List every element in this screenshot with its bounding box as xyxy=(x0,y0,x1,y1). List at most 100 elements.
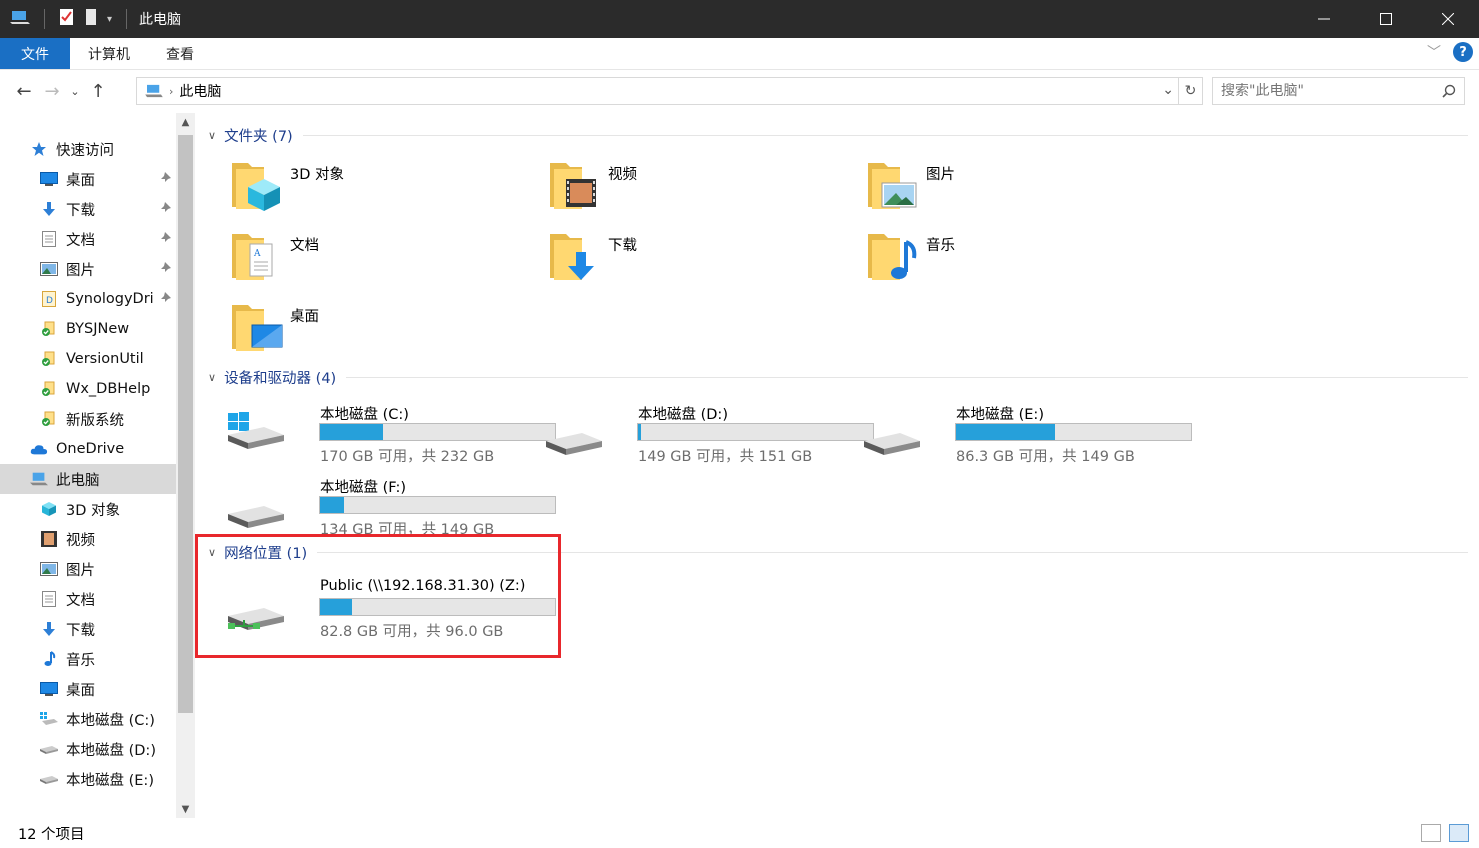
close-button[interactable] xyxy=(1417,0,1479,38)
pin-icon xyxy=(161,232,172,246)
folder-tile[interactable]: A 文档 xyxy=(230,226,319,286)
usage-bar-fill xyxy=(638,424,642,440)
sidebar-item[interactable]: 视频 xyxy=(0,524,176,554)
title-bar: ▾ 此电脑 xyxy=(0,0,1479,38)
sidebar-item[interactable]: VersionUtil xyxy=(0,344,176,374)
tiles-view-button[interactable] xyxy=(1449,824,1469,842)
chevron-down-icon: ∨ xyxy=(208,370,217,384)
sidebar-item[interactable]: 桌面 xyxy=(0,164,176,194)
search-icon[interactable] xyxy=(1442,84,1456,98)
help-icon[interactable]: ? xyxy=(1453,42,1473,62)
download-icon xyxy=(40,620,58,638)
quick-access-toolbar: ▾ xyxy=(0,8,131,30)
ribbon-tabs: 文件 计算机 查看 ﹀ ? xyxy=(0,38,1479,70)
sidebar-item[interactable]: BYSJNew xyxy=(0,314,176,344)
sidebar-item-label: 音乐 xyxy=(66,652,95,669)
search-box[interactable] xyxy=(1212,77,1465,105)
details-view-button[interactable] xyxy=(1421,824,1441,842)
usage-bar xyxy=(319,423,556,441)
tab-view[interactable]: 查看 xyxy=(148,38,212,69)
chevron-down-icon[interactable]: ▾ xyxy=(107,14,112,25)
scroll-up-icon[interactable]: ▲ xyxy=(176,113,195,131)
group-header-folders[interactable]: ∨ 文件夹 (7) xyxy=(208,125,1468,145)
back-button[interactable]: ← xyxy=(10,81,38,102)
drive-name: 本地磁盘 (E:) xyxy=(956,407,1044,423)
address-row: ← → ⌄ ↑ › 此电脑 ⌄ ↻ xyxy=(0,71,1479,111)
sidebar-item-label: 本地磁盘 (E:) xyxy=(66,772,154,789)
sidebar-item[interactable]: 3D 对象 xyxy=(0,494,176,524)
search-input[interactable] xyxy=(1221,83,1431,99)
properties-icon[interactable] xyxy=(59,8,75,30)
address-bar[interactable]: › 此电脑 ⌄ ↻ xyxy=(136,77,1203,105)
sidebar-item[interactable]: 本地磁盘 (E:) xyxy=(0,764,176,794)
sidebar-item[interactable]: 下载 xyxy=(0,194,176,224)
sidebar-item[interactable]: 图片 xyxy=(0,554,176,584)
sidebar-item[interactable]: OneDrive xyxy=(0,434,176,464)
drive-icon xyxy=(40,740,58,758)
group-header-drives[interactable]: ∨ 设备和驱动器 (4) xyxy=(208,367,1468,387)
synced-folder-icon xyxy=(40,410,58,428)
drive-free-space: 149 GB 可用，共 151 GB xyxy=(638,449,813,465)
folder-icon xyxy=(866,155,922,215)
drive-tile[interactable]: 本地磁盘 (E:) 86.3 GB 可用，共 149 GB xyxy=(862,399,1192,465)
status-bar: 12 个项目 xyxy=(0,818,1479,848)
drive-icon xyxy=(40,770,58,788)
music-icon xyxy=(40,650,58,668)
drive-icon xyxy=(226,484,286,536)
expand-ribbon-icon[interactable]: ﹀ xyxy=(1427,42,1441,62)
sidebar-item[interactable]: 本地磁盘 (C:) xyxy=(0,704,176,734)
computer-icon[interactable] xyxy=(10,9,30,29)
minimize-button[interactable] xyxy=(1293,0,1355,38)
sidebar-item-label: 文档 xyxy=(66,592,95,609)
folder-tile[interactable]: 音乐 xyxy=(866,226,955,286)
folder-tile[interactable]: 3D 对象 xyxy=(230,155,344,215)
forward-button[interactable]: → xyxy=(38,81,66,102)
breadcrumb-this-pc[interactable]: 此电脑 xyxy=(179,81,221,101)
pin-icon xyxy=(161,262,172,276)
folder-icon xyxy=(548,226,604,286)
pin-icon xyxy=(161,172,172,186)
sidebar-item[interactable]: 文档 xyxy=(0,224,176,254)
sidebar-item[interactable]: 本地磁盘 (D:) xyxy=(0,734,176,764)
folder-tile[interactable]: 图片 xyxy=(866,155,955,215)
folder-tile[interactable]: 视频 xyxy=(548,155,637,215)
synology-icon: D xyxy=(40,290,58,308)
folder-tile[interactable]: 下载 xyxy=(548,226,637,286)
drive-tile[interactable]: 本地磁盘 (F:) 134 GB 可用，共 149 GB xyxy=(226,472,556,538)
breadcrumb-separator-icon: › xyxy=(169,84,174,98)
maximize-button[interactable] xyxy=(1355,0,1417,38)
sidebar-item[interactable]: D SynologyDri xyxy=(0,284,176,314)
minimize-icon xyxy=(1318,18,1330,20)
refresh-button[interactable]: ↻ xyxy=(1178,78,1202,104)
sidebar-item[interactable]: 此电脑 xyxy=(0,464,176,494)
folder-name: 视频 xyxy=(608,167,637,183)
recent-locations-button[interactable]: ⌄ xyxy=(66,85,84,98)
drive-tile[interactable]: 本地磁盘 (C:) 170 GB 可用，共 232 GB xyxy=(226,399,556,465)
usage-bar-fill xyxy=(320,424,383,440)
up-button[interactable]: ↑ xyxy=(84,81,112,102)
scroll-down-icon[interactable]: ▼ xyxy=(176,800,195,818)
drive-tile[interactable]: 本地磁盘 (D:) 149 GB 可用，共 151 GB xyxy=(544,399,874,465)
navigation-scrollbar[interactable]: ▲ ▼ xyxy=(176,113,195,818)
sidebar-item-label: Wx_DBHelp xyxy=(66,381,151,397)
tab-file[interactable]: 文件 xyxy=(0,38,70,69)
sidebar-item[interactable]: 新版系统 xyxy=(0,404,176,434)
sidebar-item-label: 视频 xyxy=(66,532,95,549)
new-folder-icon[interactable] xyxy=(85,8,97,30)
sidebar-item-label: 3D 对象 xyxy=(66,502,120,519)
tab-computer[interactable]: 计算机 xyxy=(70,38,148,69)
folder-tile[interactable]: 桌面 xyxy=(230,297,319,357)
sidebar-item[interactable]: 音乐 xyxy=(0,644,176,674)
sidebar-item[interactable]: 下载 xyxy=(0,614,176,644)
sidebar-item-label: 本地磁盘 (C:) xyxy=(66,712,155,729)
sidebar-item[interactable]: 桌面 xyxy=(0,674,176,704)
sidebar-item[interactable]: 图片 xyxy=(0,254,176,284)
sidebar-item[interactable]: 文档 xyxy=(0,584,176,614)
sidebar-item-label: 文档 xyxy=(66,232,95,249)
address-dropdown-icon[interactable]: ⌄ xyxy=(1162,82,1174,98)
item-count: 12 个项目 xyxy=(18,826,85,843)
scroll-thumb[interactable] xyxy=(178,135,193,713)
drive-name: 本地磁盘 (D:) xyxy=(638,407,728,423)
sidebar-item[interactable]: Wx_DBHelp xyxy=(0,374,176,404)
sidebar-item[interactable]: 快速访问 xyxy=(0,134,176,164)
